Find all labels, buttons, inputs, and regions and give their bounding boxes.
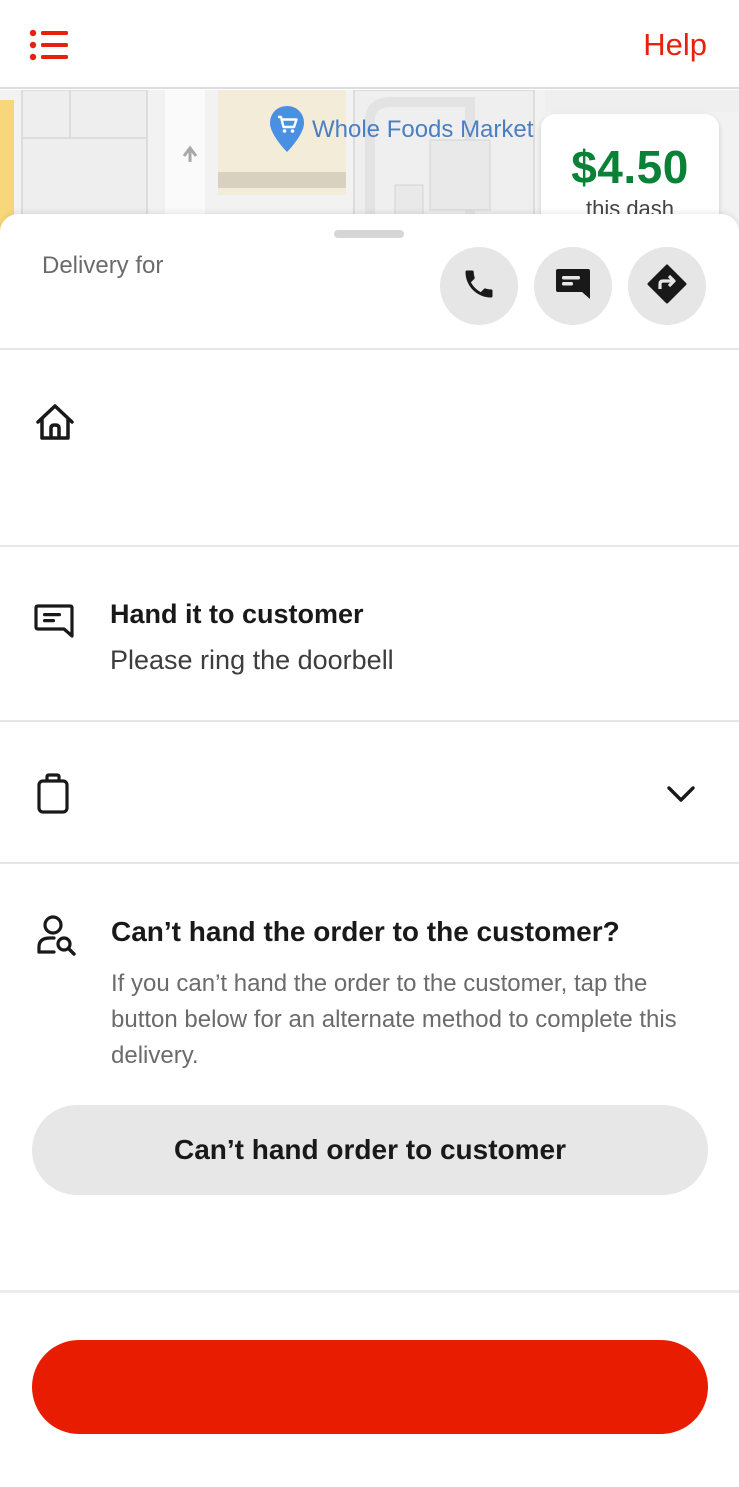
instructions-title: Hand it to customer — [110, 599, 364, 629]
chat-icon — [33, 603, 75, 639]
primary-action-button[interactable] — [32, 1340, 708, 1434]
footer-divider — [0, 1290, 739, 1293]
divider — [0, 545, 739, 547]
earnings-amount: $4.50 — [571, 141, 689, 193]
store-name-label: Whole Foods Market — [312, 116, 534, 143]
cant-hand-description: If you can’t hand the order to the custo… — [111, 970, 677, 1069]
call-customer-button[interactable] — [440, 247, 518, 325]
directions-icon — [647, 264, 687, 309]
bag-icon — [36, 773, 70, 815]
delivery-for-label: Delivery for — [42, 252, 164, 279]
directions-button[interactable] — [628, 247, 706, 325]
instructions-subtitle: Please ring the doorbell — [110, 645, 394, 675]
chevron-down-icon[interactable] — [664, 780, 698, 808]
top-bar: Help — [0, 0, 739, 89]
phone-icon — [461, 266, 497, 307]
message-customer-button[interactable] — [534, 247, 612, 325]
divider — [0, 862, 739, 864]
cant-hand-title: Can’t hand the order to the customer? — [111, 916, 620, 947]
cant-hand-order-button[interactable]: Can’t hand order to customer — [32, 1105, 708, 1195]
message-icon — [554, 266, 592, 307]
sheet-drag-handle[interactable] — [334, 230, 404, 238]
address-row[interactable] — [0, 350, 739, 545]
store-pin-icon[interactable] — [268, 104, 306, 154]
user-search-icon — [36, 914, 78, 956]
order-items-row[interactable] — [0, 722, 739, 862]
help-link[interactable]: Help — [643, 27, 707, 63]
menu-list-icon[interactable] — [28, 28, 72, 64]
